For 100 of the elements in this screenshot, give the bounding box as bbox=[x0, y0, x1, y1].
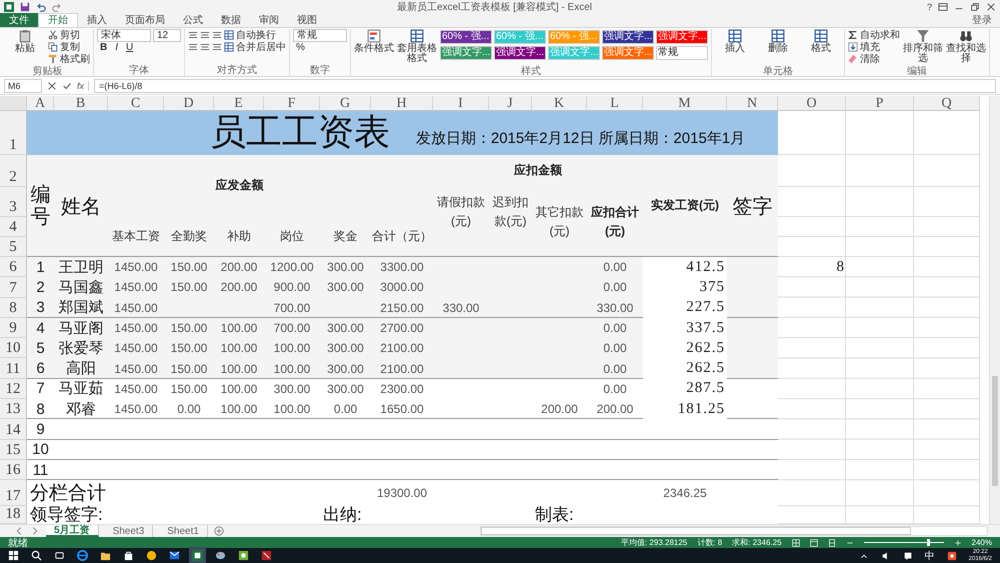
shopping-bag-icon[interactable] bbox=[123, 550, 134, 561]
column-header[interactable]: N bbox=[727, 96, 778, 111]
conditional-format-button[interactable]: 条件格式 bbox=[354, 29, 394, 66]
row-header[interactable]: 15 bbox=[0, 440, 27, 460]
column-header[interactable]: O bbox=[778, 96, 846, 111]
column-header[interactable]: E bbox=[214, 96, 264, 111]
row-header[interactable]: 7 bbox=[0, 277, 27, 298]
search-icon[interactable] bbox=[31, 550, 42, 561]
sign-in-link[interactable]: 登录 bbox=[972, 13, 992, 27]
folder-icon[interactable] bbox=[100, 550, 111, 561]
cell-style-swatch[interactable]: 强调文字... bbox=[602, 30, 654, 44]
row-header[interactable]: 1 bbox=[0, 111, 27, 155]
column-header[interactable]: I bbox=[433, 96, 489, 111]
undo-icon[interactable] bbox=[36, 2, 46, 12]
row-header[interactable]: 11 bbox=[0, 358, 27, 379]
column-header[interactable]: H bbox=[371, 96, 433, 111]
row-header[interactable]: 2 bbox=[0, 155, 27, 187]
zoom-level[interactable]: 240% bbox=[972, 538, 992, 547]
check-icon[interactable] bbox=[62, 80, 72, 90]
insert-function-button[interactable]: fx bbox=[77, 80, 90, 90]
row-header[interactable]: 3 bbox=[0, 187, 27, 217]
cell-style-swatch[interactable]: 常规 bbox=[656, 46, 708, 60]
normal-view-icon[interactable] bbox=[792, 538, 800, 546]
previous-sheet-icon[interactable] bbox=[14, 526, 24, 536]
percent-button[interactable]: % bbox=[293, 42, 308, 54]
next-sheet-icon[interactable] bbox=[30, 526, 40, 536]
copy-button[interactable]: 复制 bbox=[48, 41, 80, 53]
row-header[interactable]: 8 bbox=[0, 298, 27, 318]
row-header[interactable]: 16 bbox=[0, 460, 27, 480]
row-header[interactable]: 17 bbox=[0, 480, 27, 506]
ribbon-tab[interactable]: 插入 bbox=[78, 13, 116, 27]
column-header[interactable]: B bbox=[54, 96, 108, 111]
column-header[interactable]: P bbox=[846, 96, 914, 111]
task-view-icon[interactable] bbox=[54, 550, 65, 561]
sort-filter-button[interactable]: 排序和筛选 bbox=[903, 29, 943, 66]
column-header[interactable]: J bbox=[489, 96, 532, 111]
page-break-view-icon[interactable] bbox=[828, 538, 836, 546]
zoom-thumb[interactable] bbox=[926, 539, 930, 546]
column-header[interactable]: M bbox=[643, 96, 727, 111]
cut-button[interactable]: 剪切 bbox=[48, 29, 80, 41]
help-button[interactable]: ? bbox=[926, 2, 932, 12]
row-header[interactable]: 9 bbox=[0, 318, 27, 338]
align-icon[interactable] bbox=[188, 42, 198, 52]
paste-button[interactable]: 粘贴 bbox=[5, 29, 45, 66]
row-header[interactable]: 10 bbox=[0, 338, 27, 358]
row-header[interactable]: 5 bbox=[0, 237, 27, 257]
palette-icon[interactable] bbox=[215, 550, 226, 561]
redo-icon[interactable] bbox=[52, 2, 62, 12]
dropdown-field[interactable]: 宋体 bbox=[97, 29, 151, 42]
delete-button[interactable]: 删除 bbox=[758, 29, 798, 66]
italic-button[interactable]: I bbox=[112, 42, 122, 54]
wrap-text-button[interactable]: 自动换行 bbox=[224, 29, 276, 41]
name-box[interactable]: M6 bbox=[4, 78, 42, 92]
align-icon[interactable] bbox=[200, 42, 210, 52]
underline-button[interactable]: U bbox=[123, 42, 136, 54]
cell-style-swatch[interactable]: 强调文字... bbox=[440, 46, 492, 60]
formula-field[interactable]: =(H6-L6)/8 bbox=[94, 78, 996, 92]
row-header[interactable]: 12 bbox=[0, 378, 27, 400]
vertical-scrollbar[interactable] bbox=[989, 96, 1000, 524]
cell-style-swatch[interactable]: 强调文字... bbox=[494, 46, 546, 60]
dropdown-field[interactable]: 常规 bbox=[293, 29, 347, 42]
find-select-button[interactable]: 查找和选择 bbox=[946, 29, 986, 66]
autosum-button[interactable]: 自动求和 bbox=[848, 29, 900, 41]
save-icon[interactable] bbox=[20, 2, 30, 12]
close-icon[interactable] bbox=[986, 2, 996, 12]
align-icon[interactable] bbox=[212, 42, 222, 52]
ribbon-tab[interactable]: 文件 bbox=[0, 13, 38, 27]
ribbon-tab[interactable]: 页面布局 bbox=[116, 13, 174, 27]
ribbon-tab[interactable]: 公式 bbox=[174, 13, 212, 27]
ribbon-tab[interactable]: 审阅 bbox=[250, 13, 288, 27]
row-header[interactable]: 13 bbox=[0, 399, 27, 420]
format-painter-button[interactable]: 格式刷 bbox=[48, 53, 90, 65]
column-header[interactable]: Q bbox=[914, 96, 980, 111]
column-header[interactable]: K bbox=[532, 96, 587, 111]
fill-button[interactable]: 填充 bbox=[848, 41, 880, 53]
ribbon-tab[interactable]: 视图 bbox=[288, 13, 326, 27]
horizontal-scrollbar[interactable] bbox=[480, 526, 988, 536]
row-header[interactable]: 6 bbox=[0, 257, 27, 278]
sheet-tab[interactable]: 5月工资 bbox=[46, 525, 99, 537]
notification-icon[interactable] bbox=[946, 550, 957, 560]
row-header[interactable]: 4 bbox=[0, 217, 27, 237]
cell-style-swatch[interactable]: 60% - 强... bbox=[440, 30, 492, 44]
message-icon[interactable] bbox=[902, 550, 913, 560]
ribbon-tab[interactable]: 数据 bbox=[212, 13, 250, 27]
table-format-button[interactable]: 套用表格格式 bbox=[397, 29, 437, 66]
column-header[interactable]: A bbox=[27, 96, 54, 111]
format-button[interactable]: 格式 bbox=[801, 29, 841, 66]
align-icon[interactable] bbox=[200, 30, 210, 40]
column-header[interactable]: D bbox=[164, 96, 214, 111]
page-layout-view-icon[interactable] bbox=[810, 538, 818, 546]
column-header[interactable]: G bbox=[320, 96, 371, 111]
spreadsheet-app-icon[interactable] bbox=[192, 550, 203, 561]
dropdown-field[interactable]: 12 bbox=[153, 29, 181, 42]
row-header[interactable]: 14 bbox=[0, 419, 27, 440]
zoom-in-icon[interactable] bbox=[954, 538, 962, 546]
ribbon-tab[interactable]: 开始 bbox=[38, 13, 78, 27]
clear-button[interactable]: 清除 bbox=[848, 53, 880, 65]
windows-logo-icon[interactable] bbox=[8, 550, 19, 561]
input-method-indicator[interactable]: 中 bbox=[924, 548, 935, 562]
merge-center-button[interactable]: 合并后居中 bbox=[224, 41, 286, 53]
